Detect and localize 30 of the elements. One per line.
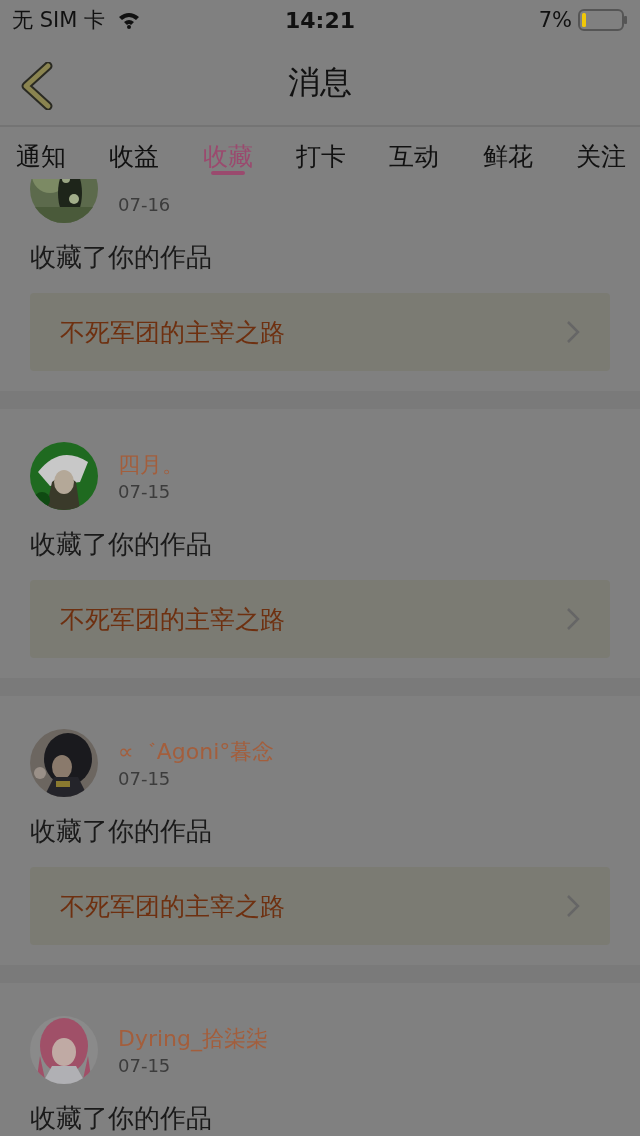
work-card[interactable]: 不死军团的主宰之路 (30, 867, 610, 945)
work-title: 不死军团的主宰之路 (60, 316, 285, 349)
message-text: 收藏了你的作品 (30, 1102, 213, 1135)
message-text: 收藏了你的作品 (30, 815, 213, 848)
tab[interactable]: 通知 (16, 127, 66, 179)
user-name[interactable]: 四月。 (118, 450, 184, 479)
user-name[interactable]: Dyring_拾柒柒 (118, 1024, 269, 1053)
work-card[interactable]: 不死军团的主宰之路 (30, 580, 610, 658)
message-date: 07-15 (118, 767, 172, 789)
page-title: 消息 (288, 61, 352, 103)
user-name[interactable]: ∝゛Agoni°暮念 (118, 737, 275, 766)
message-date: 07-15 (118, 480, 172, 502)
tab[interactable]: 关注 (575, 127, 626, 179)
tab[interactable]: 打卡 (296, 127, 346, 179)
work-card[interactable]: 不死军团的主宰之路 (30, 293, 610, 371)
work-title: 不死军团的主宰之路 (60, 603, 285, 636)
carrier-text: 无 SIM 卡 (12, 7, 105, 34)
battery-percent: 7% (538, 8, 572, 32)
message-text: 收藏了你的作品 (30, 241, 213, 274)
wifi-icon (117, 11, 141, 29)
tab[interactable]: 互动 (389, 127, 440, 179)
message-date: 07-16 (118, 193, 171, 215)
back-icon[interactable] (20, 62, 54, 110)
tab[interactable]: 收益 (109, 127, 160, 179)
tab[interactable]: 鲜花 (482, 127, 533, 179)
clock-time: 14:21 (285, 7, 355, 33)
message-date: 07-15 (118, 1054, 172, 1076)
work-title: 不死军团的主宰之路 (60, 890, 285, 923)
message-text: 收藏了你的作品 (30, 528, 213, 561)
battery-icon (578, 8, 628, 32)
